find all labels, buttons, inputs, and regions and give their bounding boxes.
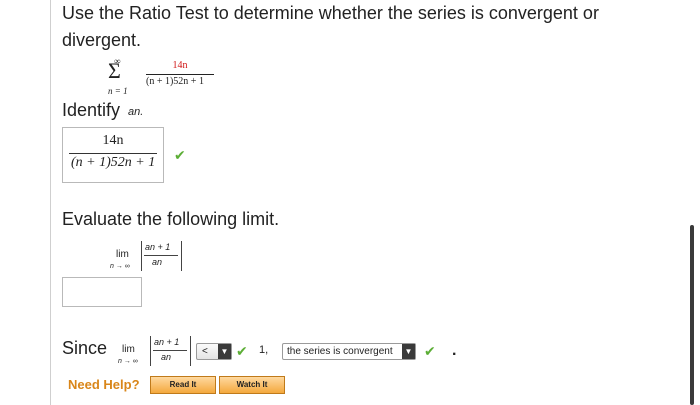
since-label: Since xyxy=(62,338,108,358)
series-denominator: (n + 1)52n + 1 xyxy=(146,76,204,87)
series-fraction-bar xyxy=(146,74,214,75)
limit-answer-input[interactable] xyxy=(62,277,142,307)
need-help-label: Need Help? xyxy=(68,377,140,392)
content-left-border xyxy=(50,0,51,405)
limit-frac-denominator: an xyxy=(152,257,163,267)
identify-check-icon: ✔ xyxy=(174,147,186,163)
limit-expression: lim n → ∞ an + 1 an xyxy=(108,241,198,273)
limit-frac-bar xyxy=(144,255,178,256)
since-abs-bar-right xyxy=(190,336,191,366)
comparison-select-value: < xyxy=(202,346,208,357)
limit-frac-numerator: an + 1 xyxy=(145,242,171,252)
abs-bar-right xyxy=(181,241,182,271)
answer-fraction-bar xyxy=(69,153,157,154)
sentence-period: . xyxy=(452,342,457,359)
conclusion-check-icon: ✔ xyxy=(424,343,436,359)
comparison-value: 1, xyxy=(259,344,269,356)
since-abs-bar-left xyxy=(150,336,151,366)
vertical-scrollbar[interactable] xyxy=(690,225,694,405)
identify-symbol: an. xyxy=(128,106,144,118)
conclusion-select-value: the series is convergent xyxy=(287,346,393,357)
answer-denominator: (n + 1)52n + 1 xyxy=(71,155,156,170)
chevron-down-icon: ▼ xyxy=(218,344,231,359)
answer-numerator: 14n xyxy=(102,133,124,148)
since-frac-denominator: an xyxy=(161,352,172,362)
lim-word: lim xyxy=(116,249,129,260)
since-frac-bar xyxy=(153,350,187,351)
lim-subscript: n → ∞ xyxy=(110,263,130,270)
since-lim-word: lim xyxy=(122,344,135,355)
since-limit-expression: lim n → ∞ an + 1 an xyxy=(118,336,194,368)
identify-answer-box[interactable]: 14n (n + 1)52n + 1 xyxy=(62,127,164,183)
sigma-lower-limit: n = 1 xyxy=(108,86,128,96)
sigma-symbol: Σ xyxy=(108,58,121,83)
evaluate-label: Evaluate the following limit. xyxy=(62,209,280,229)
comparison-check-icon: ✔ xyxy=(236,343,248,359)
series-expression: ∞ Σ n = 1 14n (n + 1)52n + 1 xyxy=(108,56,238,102)
since-frac-numerator: an + 1 xyxy=(154,337,180,347)
series-numerator: 14n xyxy=(172,60,188,71)
question-prompt: Use the Ratio Test to determine whether … xyxy=(62,3,599,50)
read-it-button[interactable]: Read It xyxy=(150,376,216,394)
comparison-select[interactable]: < ▼ xyxy=(196,343,232,360)
conclusion-select[interactable]: the series is convergent ▼ xyxy=(282,343,416,360)
identify-label: Identify xyxy=(62,100,121,120)
abs-bar-left xyxy=(141,241,142,271)
chevron-down-icon: ▼ xyxy=(402,344,415,359)
watch-it-button[interactable]: Watch It xyxy=(219,376,285,394)
since-lim-subscript: n → ∞ xyxy=(118,358,138,365)
